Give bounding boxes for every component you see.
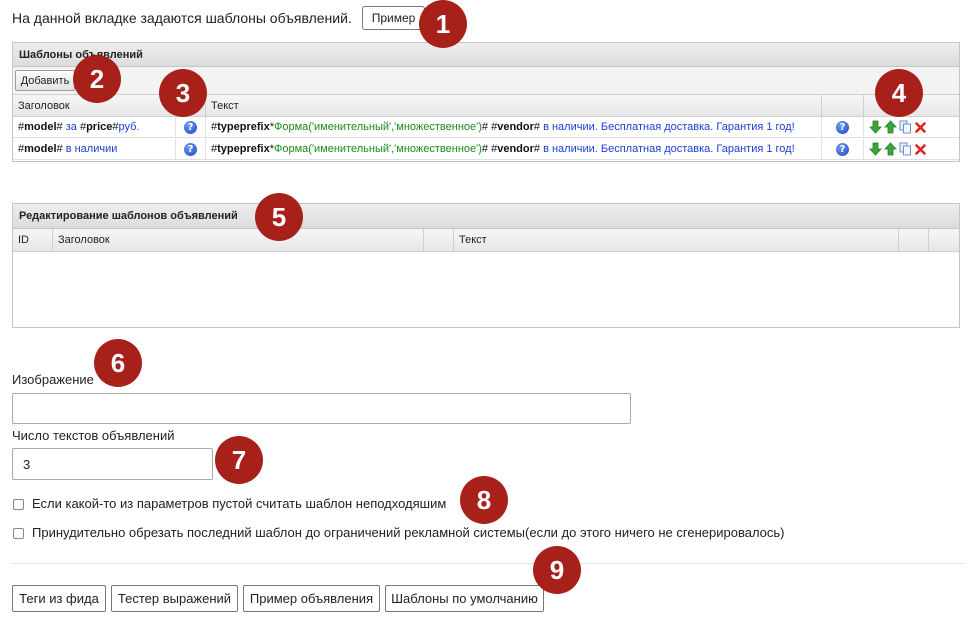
template-token: model — [24, 121, 57, 133]
templates-toolbar: Добавить — [13, 67, 959, 95]
template-heading-cell[interactable]: # model # за # price # руб. — [13, 117, 176, 137]
template-token: в наличии. Бесплатная доставка. Гарантия… — [540, 121, 795, 133]
template-token: за — [62, 121, 80, 133]
callout-badge-2: 2 — [73, 55, 121, 103]
force-trim-checkbox[interactable] — [13, 528, 24, 539]
help-icon[interactable]: ? — [184, 142, 197, 156]
feed-tags-button[interactable]: Теги из фида — [12, 585, 106, 612]
callout-badge-7: 7 — [215, 436, 263, 484]
empty-param-checkbox[interactable] — [13, 499, 24, 510]
template-token: price — [86, 121, 113, 133]
templates-header-row: Заголовок Текст — [13, 95, 959, 117]
template-token: vendor — [497, 121, 534, 133]
callout-badge-8: 8 — [460, 476, 508, 524]
column-header-edit-spacer — [424, 229, 454, 251]
template-token: Форма('именительный','множественное') — [273, 121, 482, 133]
delete-icon[interactable] — [914, 120, 927, 134]
template-token: Форма('именительный','множественное') — [273, 143, 482, 155]
copy-icon[interactable] — [899, 120, 912, 134]
column-header-edit-spacer-3 — [929, 229, 961, 251]
template-token: typeprefix — [217, 143, 270, 155]
help-icon[interactable]: ? — [836, 120, 849, 134]
move-up-icon[interactable] — [884, 120, 897, 134]
template-token: # — [481, 121, 492, 133]
template-token: typeprefix — [217, 121, 270, 133]
move-down-icon[interactable] — [869, 120, 882, 134]
help-cell: ? — [176, 139, 206, 159]
column-header-edit-heading[interactable]: Заголовок — [53, 229, 424, 251]
template-token: в наличии — [62, 143, 118, 155]
ad-count-label: Число текстов объявлений — [12, 428, 175, 443]
intro-text: На данной вкладке задаются шаблоны объяв… — [12, 10, 352, 26]
ad-example-button[interactable]: Пример объявления — [243, 585, 380, 612]
row-actions-cell — [864, 117, 961, 137]
help-icon[interactable]: ? — [184, 120, 197, 134]
callout-badge-6: 6 — [94, 339, 142, 387]
empty-param-label: Если какой-то из параметров пустой счита… — [32, 496, 447, 511]
edit-header-row: ID Заголовок Текст — [13, 229, 959, 252]
template-token: # — [481, 143, 492, 155]
move-down-icon[interactable] — [869, 142, 882, 156]
template-token: vendor — [497, 143, 534, 155]
template-token: в наличии. Бесплатная доставка. Гарантия… — [540, 143, 795, 155]
template-row[interactable]: # model # в наличии? # typeprefix * Форма('име… — [13, 139, 959, 160]
callout-badge-1: 1 — [419, 0, 467, 48]
templates-grid-title: Шаблоны объявлений — [13, 43, 959, 67]
callout-badge-5: 5 — [255, 193, 303, 241]
copy-icon[interactable] — [899, 142, 912, 156]
edit-templates-grid: Редактирование шаблонов объявлений ID За… — [12, 203, 960, 328]
add-template-button[interactable]: Добавить — [15, 70, 75, 91]
edit-grid-title: Редактирование шаблонов объявлений — [13, 204, 959, 229]
column-header-id[interactable]: ID — [13, 229, 53, 251]
example-button[interactable]: Пример — [362, 6, 425, 30]
column-header-text[interactable]: Текст — [206, 95, 822, 116]
callout-badge-4: 4 — [875, 69, 923, 117]
column-header-help-2 — [822, 95, 864, 116]
help-icon[interactable]: ? — [836, 142, 849, 156]
expression-tester-button[interactable]: Тестер выражений — [111, 585, 238, 612]
ad-count-input[interactable]: 3 — [12, 448, 213, 480]
callout-badge-9: 9 — [533, 546, 581, 594]
delete-icon[interactable] — [914, 142, 927, 156]
help-cell: ? — [176, 117, 206, 137]
default-templates-button[interactable]: Шаблоны по умолчанию — [385, 585, 544, 612]
callout-badge-3: 3 — [159, 69, 207, 117]
template-token: model — [24, 143, 57, 155]
force-trim-label: Принудительно обрезать последний шаблон … — [32, 525, 785, 540]
image-label: Изображение — [12, 372, 94, 387]
template-heading-cell[interactable]: # model # в наличии — [13, 139, 176, 159]
help-cell: ? — [822, 139, 864, 159]
template-row[interactable]: # model # за # price # руб.? # typeprefix * Форма… — [13, 117, 959, 138]
move-up-icon[interactable] — [884, 142, 897, 156]
templates-grid: Шаблоны объявлений Добавить Заголовок Те… — [12, 42, 960, 162]
divider — [12, 563, 964, 564]
row-actions-cell — [864, 139, 961, 159]
image-input[interactable] — [12, 393, 631, 424]
template-text-cell[interactable]: # typeprefix * Форма('именительный','множес… — [206, 139, 822, 159]
column-header-edit-text[interactable]: Текст — [454, 229, 899, 251]
column-header-edit-spacer-2 — [899, 229, 929, 251]
template-text-cell[interactable]: # typeprefix * Форма('именительный','множес… — [206, 117, 822, 137]
template-token: руб. — [118, 121, 140, 133]
help-cell: ? — [822, 117, 864, 137]
